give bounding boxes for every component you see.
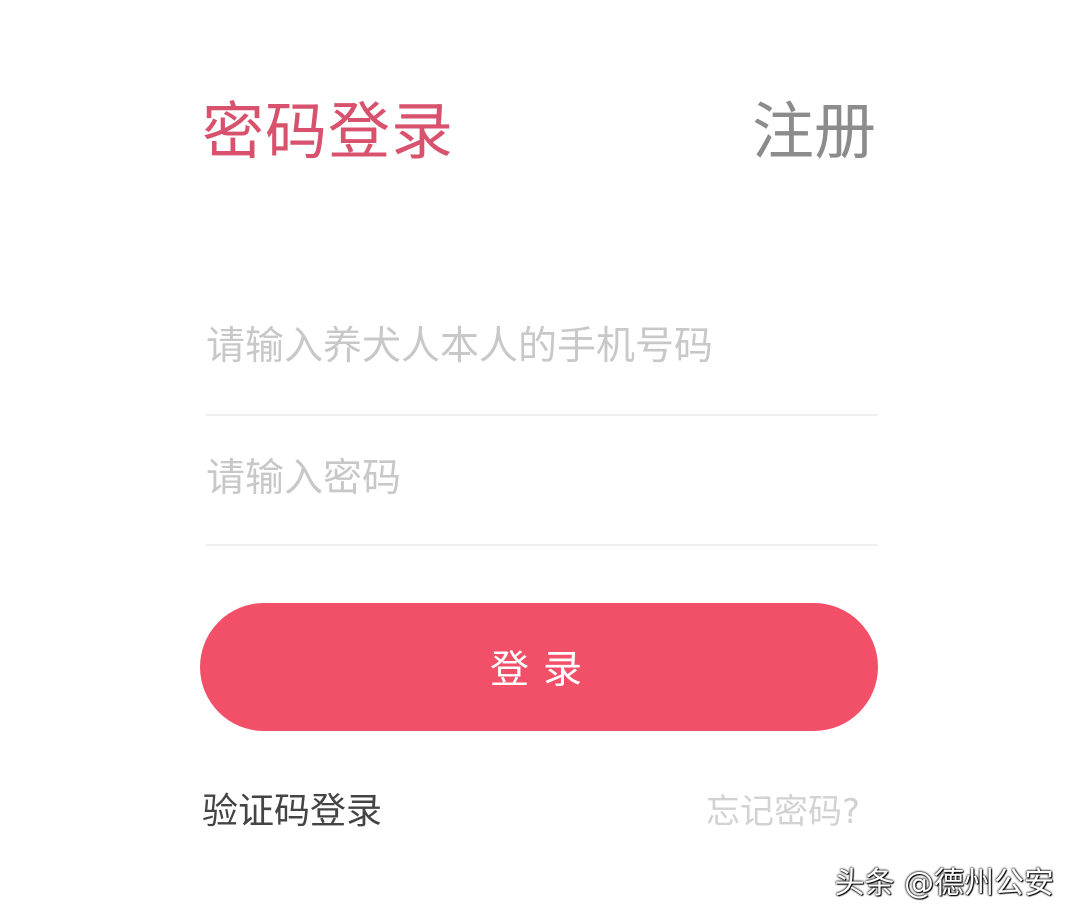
phone-field (206, 316, 878, 416)
page-title: 密码登录 (202, 95, 455, 168)
sms-login-link[interactable]: 验证码登录 (202, 788, 382, 836)
phone-input[interactable] (206, 316, 878, 378)
login-button[interactable]: 登录 (200, 603, 878, 731)
password-input[interactable] (206, 448, 878, 510)
register-link[interactable]: 注册 (752, 92, 876, 172)
password-field (206, 448, 878, 546)
forgot-password-link[interactable]: 忘记密码? (706, 788, 860, 836)
watermark: 头条 @德州公安 (834, 866, 1054, 901)
